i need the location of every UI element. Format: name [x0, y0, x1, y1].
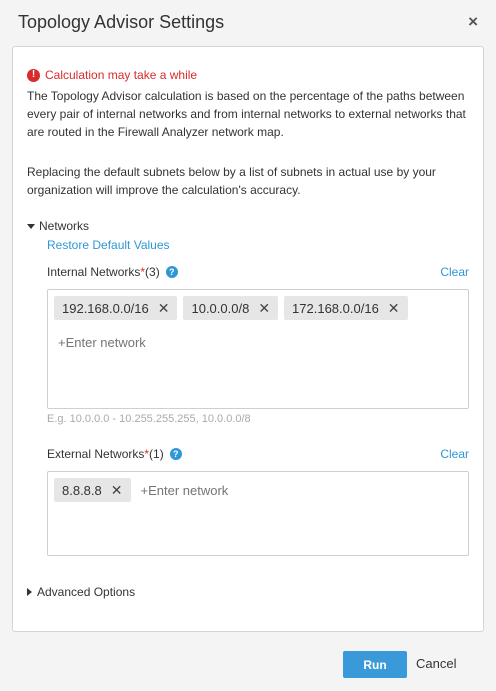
network-chip-label: 10.0.0.0/8 [191, 300, 250, 316]
description-paragraph-2: Replacing the default subnets below by a… [27, 165, 436, 197]
network-chip: 10.0.0.0/8 ✕ [183, 296, 279, 320]
external-chip-list: 8.8.8.8 ✕ [54, 478, 462, 508]
settings-panel: ! Calculation may take a while The Topol… [12, 46, 484, 632]
description-paragraph-1: The Topology Advisor calculation is base… [27, 89, 466, 139]
external-enter-network-input[interactable] [140, 478, 341, 502]
caret-down-icon [27, 223, 35, 229]
internal-clear-link[interactable]: Clear [440, 265, 469, 279]
internal-networks-label-text: Internal Networks [47, 265, 141, 279]
help-icon[interactable]: ? [169, 448, 182, 460]
advanced-options-toggle[interactable]: Advanced Options [27, 585, 135, 599]
cancel-button[interactable]: Cancel [416, 656, 456, 671]
warning-text: Calculation may take a while [45, 68, 198, 82]
internal-networks-label: Internal Networks * (3) ? [47, 265, 178, 279]
network-chip-label: 172.168.0.0/16 [292, 300, 379, 316]
networks-section-toggle[interactable]: Networks [27, 219, 89, 233]
warning-message: ! Calculation may take a while [27, 68, 197, 82]
remove-chip-icon[interactable]: ✕ [111, 482, 123, 499]
close-icon[interactable]: × [468, 12, 478, 32]
network-chip: 192.168.0.0/16 ✕ [54, 296, 178, 320]
external-clear-link[interactable]: Clear [440, 447, 469, 461]
external-networks-label-text: External Networks [47, 447, 145, 461]
network-chip-label: 8.8.8.8 [62, 482, 102, 498]
networks-section-label: Networks [39, 219, 90, 233]
caret-right-icon [27, 588, 32, 596]
remove-chip-icon[interactable]: ✕ [158, 300, 170, 317]
run-button[interactable]: Run [343, 651, 407, 678]
network-chip-label: 192.168.0.0/16 [62, 300, 149, 316]
warning-icon: ! [27, 68, 40, 82]
external-networks-input[interactable]: 8.8.8.8 ✕ [47, 471, 469, 556]
internal-networks-hint: E.g. 10.0.0.0 - 10.255.255.255, 10.0.0.0… [47, 413, 251, 425]
remove-chip-icon[interactable]: ✕ [258, 300, 270, 317]
external-networks-count: (1) [149, 447, 164, 461]
internal-enter-network-input[interactable] [58, 330, 258, 354]
dialog-header: Topology Advisor Settings × [0, 0, 496, 46]
internal-networks-count: (3) [145, 265, 160, 279]
dialog-title: Topology Advisor Settings [18, 12, 225, 32]
restore-defaults-link[interactable]: Restore Default Values [47, 238, 170, 252]
remove-chip-icon[interactable]: ✕ [388, 300, 400, 317]
external-networks-label: External Networks * (1) ? [47, 447, 182, 461]
network-chip: 172.168.0.0/16 ✕ [284, 296, 408, 320]
internal-networks-input[interactable]: 192.168.0.0/16 ✕ 10.0.0.0/8 ✕ 172.168.0.… [47, 289, 469, 409]
internal-chip-list: 192.168.0.0/16 ✕ 10.0.0.0/8 ✕ 172.168.0.… [54, 296, 462, 326]
help-icon[interactable]: ? [165, 266, 178, 278]
advanced-options-label: Advanced Options [37, 585, 136, 599]
network-chip: 8.8.8.8 ✕ [54, 478, 131, 502]
